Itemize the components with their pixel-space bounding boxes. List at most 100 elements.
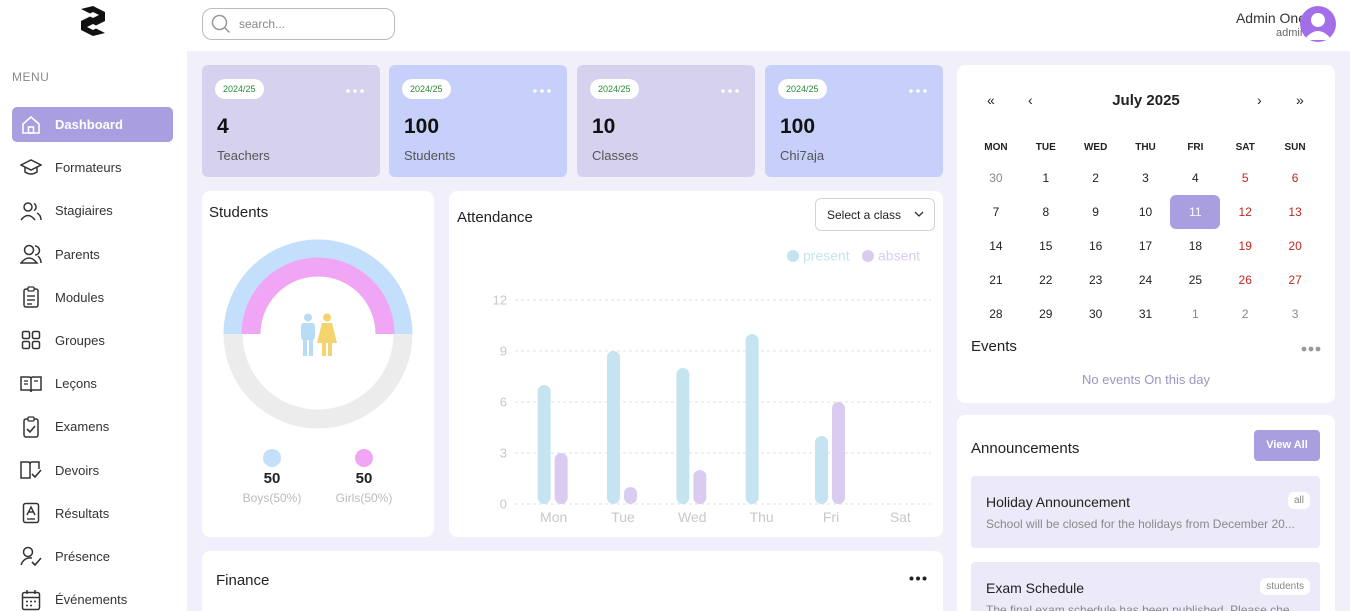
calendar-day[interactable]: 20	[1270, 229, 1320, 263]
sidebar-item-examens[interactable]: Examens	[12, 409, 173, 444]
stat-card: 2024/25 10 Classes	[577, 65, 755, 177]
announcements-panel: Announcements View All Holiday Announcem…	[957, 415, 1335, 611]
announcement-item[interactable]: Exam Schedule The final exam schedule has…	[971, 562, 1320, 611]
announcement-item[interactable]: Holiday Announcement School will be close…	[971, 476, 1320, 548]
calendar-day[interactable]: 23	[1071, 263, 1121, 297]
year-badge: 2024/25	[215, 79, 264, 99]
calendar-day[interactable]: 30	[1071, 297, 1121, 331]
calendar-day[interactable]: 2	[1071, 161, 1121, 195]
more-options-icon[interactable]	[533, 89, 551, 93]
prev-year-button[interactable]: «	[987, 92, 995, 108]
sidebar-item-resultats[interactable]: Résultats	[12, 496, 173, 531]
calendar-day[interactable]: 24	[1121, 263, 1171, 297]
sidebar-item-label: Devoirs	[55, 462, 100, 478]
calendar-day[interactable]: 3	[1270, 297, 1320, 331]
logo-icon[interactable]	[80, 5, 106, 37]
calendar-day[interactable]: 27	[1270, 263, 1320, 297]
stat-value: 100	[404, 115, 440, 138]
calendar-day[interactable]: 4	[1170, 161, 1220, 195]
sidebar-item-lecons[interactable]: Leçons	[12, 366, 173, 401]
girls-label: Girls(50%)	[335, 491, 393, 505]
calendar-day[interactable]: 30	[971, 161, 1021, 195]
bar-absent-mon[interactable]	[554, 453, 568, 504]
calendar-day[interactable]: 3	[1121, 161, 1171, 195]
sidebar-item-label: Examens	[55, 419, 110, 435]
sidebar-item-devoirs[interactable]: Devoirs	[12, 453, 173, 488]
sidebar-item-label: Formateurs	[55, 160, 122, 176]
bar-present-mon[interactable]	[537, 385, 551, 504]
calendar-day[interactable]: 8	[1021, 195, 1071, 229]
more-options-icon[interactable]	[909, 89, 927, 93]
sidebar-item-dashboard[interactable]: Dashboard	[12, 107, 173, 142]
next-month-button[interactable]: ›	[1257, 92, 1262, 108]
bar-absent-wed[interactable]	[693, 470, 707, 504]
calendar-day[interactable]: 7	[971, 195, 1021, 229]
announcement-title: Holiday Announcement	[986, 494, 1130, 510]
stat-label: Classes	[592, 148, 639, 163]
sidebar-item-presence[interactable]: Présence	[12, 539, 173, 574]
calendar-day[interactable]: 25	[1170, 263, 1220, 297]
bar-absent-fri[interactable]	[832, 402, 845, 504]
calendar-day[interactable]: 15	[1021, 229, 1071, 263]
x-tick-label: Fri	[823, 509, 839, 525]
calendar-day[interactable]: 13	[1270, 195, 1320, 229]
calendar-day[interactable]: 28	[971, 297, 1021, 331]
calendar-day[interactable]: 29	[1021, 297, 1071, 331]
sidebar-item-modules[interactable]: Modules	[12, 280, 173, 315]
calendar-day[interactable]: 1	[1170, 297, 1220, 331]
calendar-day[interactable]: 1	[1021, 161, 1071, 195]
calendar-day[interactable]: 16	[1071, 229, 1121, 263]
prev-month-button[interactable]: ‹	[1028, 92, 1033, 108]
search-input[interactable]	[239, 17, 379, 31]
announcement-desc: School will be closed for the holidays f…	[986, 517, 1295, 531]
boy-girl-icon	[301, 313, 337, 356]
finance-title: Finance	[216, 572, 270, 589]
sidebar-item-formateurs[interactable]: Formateurs	[12, 150, 173, 185]
clipboard-list-icon	[20, 286, 42, 308]
calendar-day[interactable]: 6	[1270, 161, 1320, 195]
calendar-day[interactable]: 18	[1170, 229, 1220, 263]
students-title: Students	[209, 204, 269, 221]
bar-present-tue[interactable]	[607, 351, 620, 504]
sidebar-nav: Dashboard Formateurs Stagiaires Parents Modu…	[12, 107, 173, 611]
menu-title: MENU	[12, 70, 50, 84]
more-options-icon[interactable]	[721, 89, 739, 93]
calendar-day[interactable]: 10	[1121, 195, 1171, 229]
search-box[interactable]	[202, 8, 395, 40]
bar-present-thu[interactable]	[745, 334, 759, 504]
bar-absent-tue[interactable]	[624, 487, 637, 504]
bar-present-wed[interactable]	[676, 368, 690, 504]
calendar-day[interactable]: 9	[1071, 195, 1121, 229]
more-options-icon[interactable]	[909, 576, 927, 581]
view-all-button[interactable]: View All	[1254, 430, 1320, 461]
y-tick-label: 6	[500, 395, 507, 410]
more-options-icon[interactable]	[346, 89, 364, 93]
boys-count: 50	[263, 470, 281, 487]
bar-present-fri[interactable]	[815, 436, 828, 504]
next-year-button[interactable]: »	[1296, 92, 1304, 108]
sidebar-item-groupes[interactable]: Groupes	[12, 323, 173, 358]
sidebar-item-label: Événements	[55, 592, 128, 608]
user-info[interactable]: Admin One admin	[1236, 10, 1306, 39]
x-tick-label: Tue	[611, 509, 635, 525]
calendar-day[interactable]: 19	[1220, 229, 1270, 263]
calendar-day[interactable]: 5	[1220, 161, 1270, 195]
calendar-day[interactable]: 11	[1170, 195, 1221, 229]
sidebar-item-evenements[interactable]: Événements	[12, 582, 173, 611]
calendar-day[interactable]: 2	[1220, 297, 1270, 331]
sidebar-item-label: Parents	[55, 246, 100, 262]
stat-label: Chi7aja	[780, 148, 825, 163]
calendar-day[interactable]: 12	[1220, 195, 1270, 229]
avatar[interactable]	[1300, 6, 1336, 42]
calendar-day[interactable]: 26	[1220, 263, 1270, 297]
calendar-day[interactable]: 17	[1121, 229, 1171, 263]
girls-dot	[355, 449, 373, 467]
calendar-day[interactable]: 31	[1121, 297, 1171, 331]
sidebar-item-parents[interactable]: Parents	[12, 237, 173, 272]
sidebar-item-stagiaires[interactable]: Stagiaires	[12, 193, 173, 228]
calendar-day[interactable]: 21	[971, 263, 1021, 297]
calendar-day[interactable]: 22	[1021, 263, 1071, 297]
calendar-day[interactable]: 14	[971, 229, 1021, 263]
events-more-icon[interactable]	[1301, 346, 1321, 352]
weekday-header: WED	[1083, 142, 1108, 153]
